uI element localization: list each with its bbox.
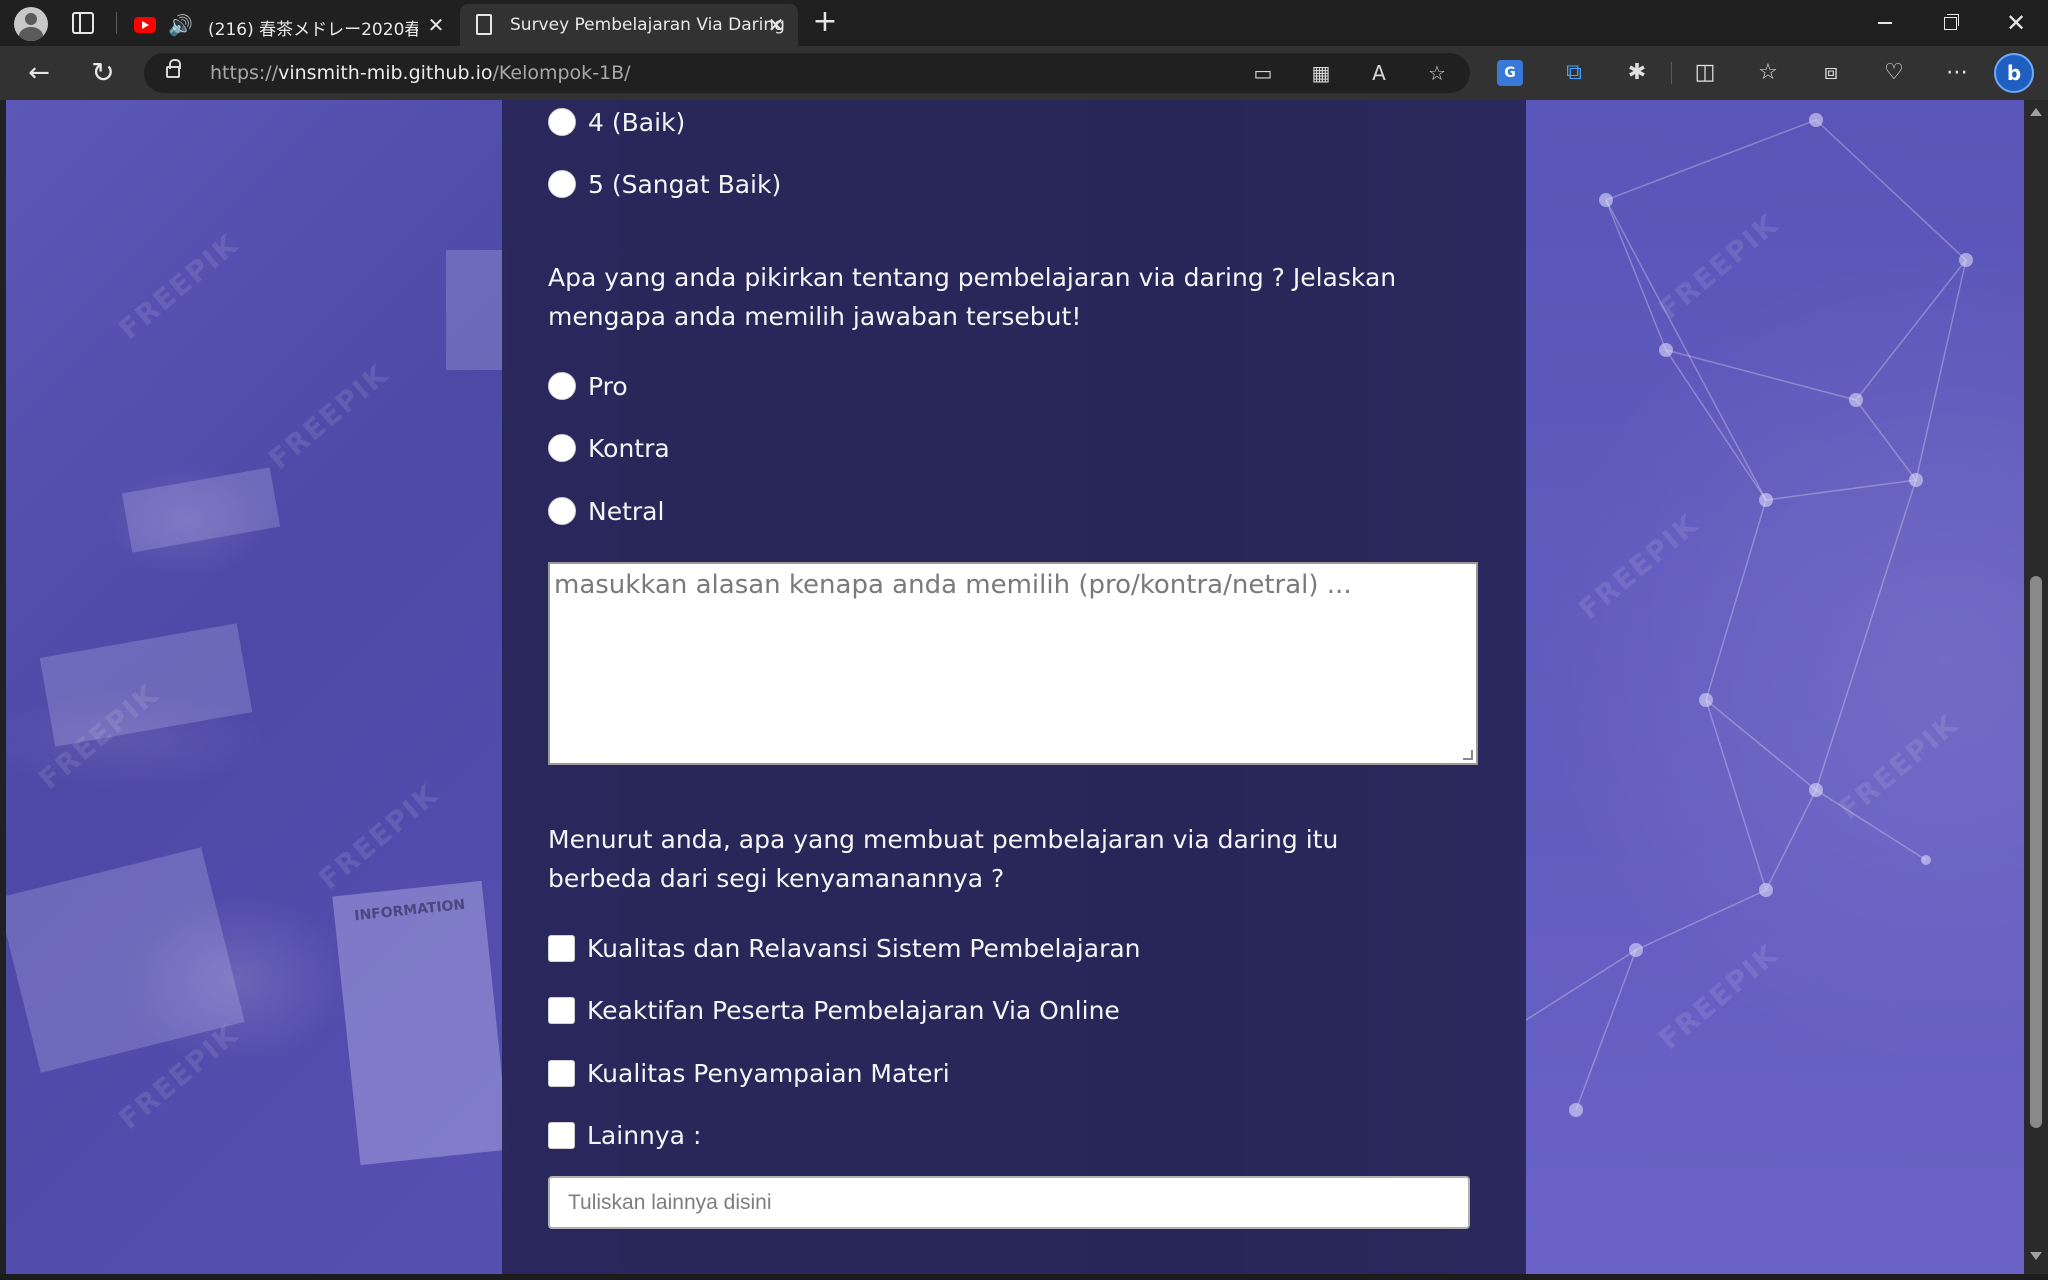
input-placeholder: Tuliskan lainnya disini [568, 1191, 772, 1214]
profile-avatar-icon[interactable] [14, 7, 48, 41]
question-comfort: Menurut anda, apa yang membuat pembelaja… [548, 825, 1339, 893]
comfort-option-quality-relevance[interactable]: Kualitas dan Relavansi Sistem Pembelajar… [548, 928, 1141, 968]
resize-handle-icon[interactable] [1463, 750, 1473, 760]
opinion-option-netral[interactable]: Netral [548, 491, 664, 531]
page-icon [476, 14, 492, 35]
option-label: Kualitas Penyampaian Materi [587, 1058, 950, 1088]
tab-title: (216) 春茶メドレー2020春49曲 [208, 20, 418, 40]
lock-icon[interactable] [166, 59, 181, 78]
favorites-icon[interactable]: ☆ [1753, 58, 1783, 88]
checkbox[interactable] [548, 996, 575, 1024]
youtube-icon [134, 17, 156, 33]
freepik-watermark: FREEPIK [112, 227, 246, 346]
tab-youtube[interactable]: 🔊 (216) 春茶メドレー2020春49曲 ✕ [124, 4, 454, 46]
divider [116, 12, 117, 34]
option-label: Keaktifan Peserta Pembelajaran Via Onlin… [587, 995, 1120, 1025]
favorite-star-icon[interactable]: ☆ [1424, 61, 1450, 85]
tab-title: Survey Pembelajaran Via Daring [510, 15, 785, 35]
background-network-right: FREEPIK FREEPIK FREEPIK FREEPIK [1526, 100, 2028, 1274]
url-text[interactable]: https://vinsmith-mib.github.io/Kelompok-… [210, 62, 631, 84]
radio-button[interactable] [548, 170, 576, 198]
opinion-option-kontra[interactable]: Kontra [548, 428, 670, 468]
option-label: Netral [588, 496, 665, 526]
option-label: Kualitas dan Relavansi Sistem Pembelajar… [587, 933, 1141, 963]
freepik-watermark: FREEPIK [312, 777, 446, 896]
health-icon[interactable]: ♡ [1879, 58, 1909, 88]
tab-survey[interactable]: Survey Pembelajaran Via Daring ✕ [460, 4, 798, 46]
radio-button[interactable] [548, 372, 576, 400]
refresh-icon[interactable]: ↻ [88, 58, 118, 88]
divider [1671, 62, 1672, 84]
network-graphic [1526, 113, 1973, 1117]
option-label: Lainnya : [587, 1120, 702, 1150]
device-icon[interactable]: ▭ [1250, 61, 1276, 85]
address-bar[interactable]: https://vinsmith-mib.github.io/Kelompok-… [144, 53, 1470, 93]
option-label: Pro [588, 371, 628, 401]
freepik-watermark: FREEPIK [262, 357, 396, 476]
radio-button[interactable] [548, 434, 576, 462]
more-icon[interactable]: ⋯ [1942, 58, 1972, 88]
speaker-icon[interactable]: 🔊 [168, 14, 194, 36]
reason-textarea[interactable]: masukkan alasan kenapa anda memilih (pro… [548, 562, 1478, 765]
new-tab-icon[interactable]: + [810, 7, 840, 38]
apps-icon[interactable]: ▦ [1308, 61, 1334, 85]
page-viewport: INFORMATION FREEPIK FREEPIK FREEPIK FREE… [6, 100, 2028, 1274]
close-tab-icon[interactable]: ✕ [424, 13, 448, 37]
checkbox[interactable] [548, 1059, 575, 1087]
background-paper [121, 467, 281, 553]
restore-icon[interactable] [1930, 8, 1970, 38]
option-label: 5 (Sangat Baik) [588, 169, 782, 199]
extensions-icon[interactable]: ✱ [1622, 58, 1652, 88]
page-scrollbar[interactable] [2024, 100, 2048, 1274]
window-bottom-border [0, 1274, 2048, 1280]
read-aloud-icon[interactable]: A [1366, 61, 1392, 85]
other-text-input[interactable]: Tuliskan lainnya disini [548, 1176, 1470, 1229]
radio-button[interactable] [548, 497, 576, 525]
comfort-option-material-delivery[interactable]: Kualitas Penyampaian Materi [548, 1053, 950, 1093]
textarea-placeholder: masukkan alasan kenapa anda memilih (pro… [554, 570, 1352, 600]
checkbox[interactable] [548, 934, 575, 962]
tab-actions-icon[interactable] [72, 12, 94, 34]
minimize-icon[interactable] [1864, 8, 1904, 38]
opinion-option-pro[interactable]: Pro [548, 366, 628, 406]
checkbox[interactable] [548, 1121, 575, 1149]
close-window-icon[interactable]: ✕ [1996, 8, 2036, 38]
background-information-sheet: INFORMATION [332, 880, 510, 1166]
rating-option-5[interactable]: 5 (Sangat Baik) [548, 164, 781, 204]
collections-icon[interactable]: ⧈ [1816, 58, 1846, 88]
radio-button[interactable] [548, 108, 576, 136]
rating-option-4[interactable]: 4 (Baik) [548, 102, 685, 142]
comfort-option-participant-activity[interactable]: Keaktifan Peserta Pembelajaran Via Onlin… [548, 990, 1120, 1030]
comfort-option-other[interactable]: Lainnya : [548, 1115, 701, 1155]
option-label: Kontra [588, 433, 670, 463]
bing-icon[interactable]: b [1994, 53, 2034, 93]
split-screen-icon[interactable]: ◫ [1690, 58, 1720, 88]
information-label: INFORMATION [353, 896, 466, 925]
background-notebook [446, 250, 506, 370]
back-icon[interactable]: ← [24, 58, 54, 88]
address-toolbar: ← ↻ https://vinsmith-mib.github.io/Kelom… [0, 46, 2048, 100]
option-label: 4 (Baik) [588, 107, 686, 137]
close-tab-icon[interactable]: ✕ [764, 13, 788, 37]
scroll-up-arrow-icon[interactable] [2030, 108, 2042, 116]
scroll-thumb[interactable] [2030, 576, 2042, 1128]
background-photo-left: INFORMATION FREEPIK FREEPIK FREEPIK FREE… [6, 100, 510, 1274]
survey-panel: 4 (Baik) 5 (Sangat Baik) Apa yang anda p… [502, 100, 1526, 1274]
scroll-down-arrow-icon[interactable] [2030, 1252, 2042, 1260]
tab-strip: 🔊 (216) 春茶メドレー2020春49曲 ✕ Survey Pembelaj… [0, 0, 2048, 46]
translate-icon[interactable]: G [1497, 60, 1523, 86]
screen-capture-icon[interactable]: ⧉ [1559, 58, 1589, 88]
question-opinion: Apa yang anda pikirkan tentang pembelaja… [548, 263, 1397, 331]
